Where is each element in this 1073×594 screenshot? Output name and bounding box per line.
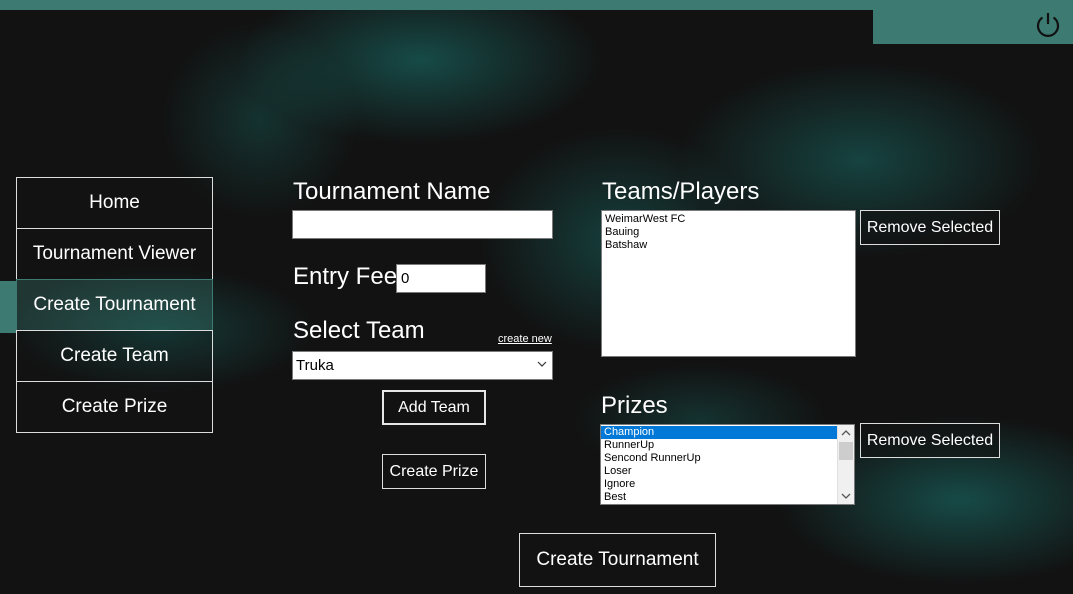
team-select-value: Truka (296, 357, 334, 374)
list-item[interactable]: Ignore (601, 478, 854, 491)
create-tournament-button-label: Create Tournament (536, 549, 699, 570)
sidebar-item-label: Create Tournament (33, 294, 196, 315)
sidebar-item-create-tournament[interactable]: Create Tournament (16, 279, 213, 331)
list-item[interactable]: Best (601, 491, 854, 504)
list-item[interactable]: Batshaw (602, 239, 855, 252)
prizes-scrollbar[interactable] (837, 425, 854, 504)
sidebar-item-home[interactable]: Home (16, 177, 213, 229)
team-select[interactable]: Truka (292, 351, 553, 380)
add-team-button-label: Add Team (398, 398, 470, 416)
sidebar-item-create-team[interactable]: Create Team (16, 330, 213, 382)
list-item[interactable]: Loser (601, 465, 854, 478)
sidebar-item-tournament-viewer[interactable]: Tournament Viewer (16, 228, 213, 280)
teams-players-label: Teams/Players (602, 178, 760, 205)
chevron-down-icon (537, 361, 547, 367)
sidebar-item-create-prize[interactable]: Create Prize (16, 381, 213, 433)
tournament-name-input[interactable] (292, 210, 553, 239)
active-nav-marker (0, 281, 16, 333)
create-prize-button-label: Create Prize (389, 462, 479, 480)
scroll-thumb[interactable] (839, 442, 853, 460)
entry-fee-label: Entry Fee (293, 263, 398, 290)
top-accent-bar (0, 0, 1073, 10)
list-item[interactable]: Bauing (602, 226, 855, 239)
create-new-team-link[interactable]: create new (498, 333, 552, 345)
list-item[interactable]: RunnerUp (601, 439, 854, 452)
remove-selected-label: Remove Selected (866, 431, 994, 449)
power-icon[interactable] (1033, 9, 1063, 39)
remove-selected-team-button[interactable]: Remove Selected (860, 210, 1000, 245)
create-tournament-button[interactable]: Create Tournament (519, 533, 716, 587)
create-prize-button[interactable]: Create Prize (382, 454, 486, 489)
sidebar-nav: Home Tournament Viewer Create Tournament… (16, 177, 213, 433)
prizes-listbox[interactable]: Champion RunnerUp Sencond RunnerUp Loser… (600, 424, 855, 505)
list-item[interactable]: WeimarWest FC (602, 213, 855, 226)
tournament-name-label: Tournament Name (293, 178, 491, 205)
sidebar-item-label: Create Team (60, 345, 169, 366)
chevron-down-icon[interactable] (841, 491, 851, 501)
remove-selected-prize-button[interactable]: Remove Selected (860, 423, 1000, 458)
sidebar-item-label: Create Prize (61, 396, 168, 417)
sidebar-item-label: Tournament Viewer (32, 243, 197, 264)
sidebar-item-label: Home (89, 192, 140, 213)
select-team-label: Select Team (293, 317, 425, 344)
list-item[interactable]: Champion (601, 426, 837, 439)
remove-selected-label: Remove Selected (866, 218, 994, 236)
prizes-label: Prizes (601, 392, 668, 419)
add-team-button[interactable]: Add Team (382, 390, 486, 425)
teams-players-listbox[interactable]: WeimarWest FC Bauing Batshaw (601, 210, 856, 357)
list-item[interactable]: Sencond RunnerUp (601, 452, 854, 465)
chevron-up-icon[interactable] (841, 428, 851, 438)
entry-fee-input[interactable] (396, 264, 486, 293)
